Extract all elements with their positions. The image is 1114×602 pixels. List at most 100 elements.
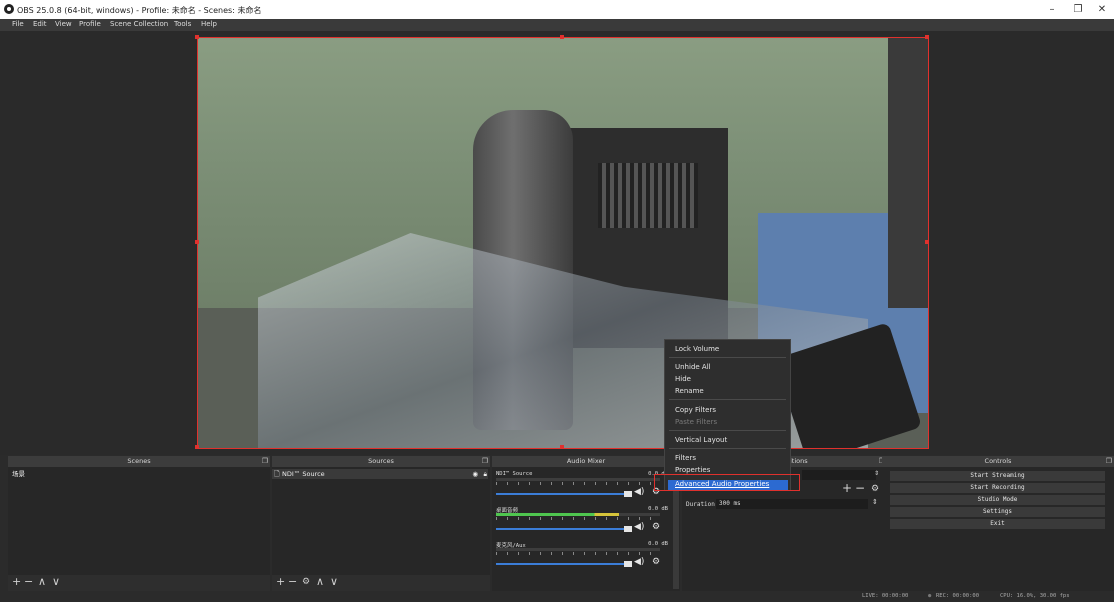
speaker-icon[interactable]: ◀) [634,557,644,567]
scenes-title: Scenes [8,456,270,467]
lock-icon[interactable]: 🔒︎ [484,469,487,479]
speaker-icon[interactable]: ◀) [634,522,644,532]
menu-item-paste-filters: Paste Filters [675,418,718,426]
menu-edit[interactable]: Edit [33,20,47,28]
mixer-channel-db: 0.0 dB [648,506,668,512]
volume-slider-knob[interactable] [624,491,632,497]
resize-handle-l[interactable] [195,240,199,244]
minimize-button[interactable]: – [1042,2,1062,17]
menu-item-lock-volume[interactable]: Lock Volume [675,345,719,353]
settings-button[interactable]: Settings [890,507,1105,517]
add-source-button[interactable]: + [276,575,285,588]
studio-mode-button[interactable]: Studio Mode [890,495,1105,505]
visibility-eye-icon[interactable]: ◉ [472,469,478,479]
undock-icon[interactable]: ❐ [482,457,488,465]
cpu-fps: CPU: 16.0%, 30.00 fps [1000,593,1070,599]
undock-icon[interactable]: ❐ [1106,457,1112,465]
sources-dock: Sources ❐ 🗋 NDI™ Source ◉ 🔒︎ + − ⚙ ∧ ∨ [272,456,490,591]
menu-bar: File Edit View Profile Scene Collection … [0,19,1114,31]
obs-logo-icon [4,4,14,14]
duration-spinner-icon[interactable]: ⇕ [872,498,878,506]
volume-meter [496,548,660,551]
move-source-up-button[interactable]: ∧ [316,575,324,588]
maximize-button[interactable]: ❐ [1068,2,1088,17]
controls-dock: Controls ❐ Start Streaming Start Recordi… [882,456,1114,591]
menu-item-unhide-all[interactable]: Unhide All [675,363,711,371]
status-bar: LIVE: 00:00:00 ● REC: 00:00:00 CPU: 16.0… [0,591,1114,602]
rec-dot-icon: ● [928,593,932,599]
live-time: LIVE: 00:00:00 [862,593,909,599]
volume-slider[interactable] [496,528,626,530]
audio-mixer-dock: Audio Mixer NDI™ Source 0.0 dB ◀) ⚙ 桌面音频… [492,456,680,591]
close-button[interactable]: ✕ [1092,2,1112,17]
volume-slider-knob[interactable] [624,561,632,567]
scenes-toolbar: + − ∧ ∨ [8,575,270,591]
menu-item-copy-filters[interactable]: Copy Filters [675,406,716,414]
transition-select-spinner-icon[interactable]: ⇕ [874,470,879,477]
menu-item-hide[interactable]: Hide [675,375,691,383]
exit-button[interactable]: Exit [890,519,1105,529]
channel-gear-icon[interactable]: ⚙ [652,522,660,532]
source-file-icon: 🗋 [274,470,280,478]
controls-title: Controls [882,456,1114,467]
menu-scene-collection[interactable]: Scene Collection [110,20,168,28]
source-item[interactable]: 🗋 NDI™ Source ◉ 🔒︎ [272,469,488,479]
menu-file[interactable]: File [12,20,24,28]
menu-tools[interactable]: Tools [174,20,191,28]
speaker-icon[interactable]: ◀) [634,487,644,497]
volume-slider[interactable] [496,493,626,495]
menu-item-vertical-layout[interactable]: Vertical Layout [675,436,727,444]
mixer-channel-name: NDI™ Source [496,471,533,477]
channel-gear-icon[interactable]: ⚙ [652,557,660,567]
source-name: NDI™ Source [282,470,325,478]
meter-level [496,513,619,516]
menu-separator [669,357,786,358]
meter-scale [496,552,660,555]
start-streaming-button[interactable]: Start Streaming [890,471,1105,481]
transition-select[interactable] [802,470,876,480]
resize-handle-r[interactable] [925,240,929,244]
resize-handle-tl[interactable] [195,35,199,39]
meter-scale [496,482,660,485]
scenes-dock: Scenes ❐ 场景 + − ∧ ∨ [8,456,270,591]
move-scene-up-button[interactable]: ∧ [38,575,46,588]
transition-properties-gear-icon[interactable]: ⚙ [871,484,879,494]
sources-toolbar: + − ⚙ ∧ ∨ [272,575,490,591]
menu-item-rename[interactable]: Rename [675,387,704,395]
menu-profile[interactable]: Profile [79,20,101,28]
title-bar: OBS 25.0.8 (64-bit, windows) - Profile: … [0,0,1114,19]
move-source-down-button[interactable]: ∨ [330,575,338,588]
duration-input[interactable]: 300 ms [716,499,868,509]
volume-slider-knob[interactable] [624,526,632,532]
resize-handle-tr[interactable] [925,35,929,39]
meter-scale [496,517,660,520]
annotation-highlight-box [654,474,800,491]
add-transition-button[interactable]: + [842,481,852,495]
resize-handle-t[interactable] [560,35,564,39]
volume-slider[interactable] [496,563,626,565]
remove-transition-button[interactable]: − [855,481,865,495]
context-menu: Lock Volume Unhide All Hide Rename Copy … [664,339,791,491]
window-title: OBS 25.0.8 (64-bit, windows) - Profile: … [17,6,262,15]
resize-handle-bl[interactable] [195,445,199,449]
start-recording-button[interactable]: Start Recording [890,483,1105,493]
add-scene-button[interactable]: + [12,575,21,588]
resize-handle-b[interactable] [560,445,564,449]
source-selection-box[interactable] [197,37,929,449]
menu-item-properties[interactable]: Properties [675,466,710,474]
source-properties-gear-icon[interactable]: ⚙ [302,577,310,587]
menu-item-filters[interactable]: Filters [675,454,696,462]
volume-meter [496,478,660,481]
remove-source-button[interactable]: − [288,575,297,588]
remove-scene-button[interactable]: − [24,575,33,588]
audio-mixer-title: Audio Mixer [492,456,680,467]
menu-separator [669,448,786,449]
move-scene-down-button[interactable]: ∨ [52,575,60,588]
menu-view[interactable]: View [55,20,72,28]
mixer-channel-db: 0.0 dB [648,541,668,547]
rec-time: REC: 00:00:00 [936,593,980,599]
menu-help[interactable]: Help [201,20,217,28]
scene-item[interactable]: 场景 [8,469,262,479]
undock-icon[interactable]: ❐ [262,457,268,465]
menu-separator [669,430,786,431]
